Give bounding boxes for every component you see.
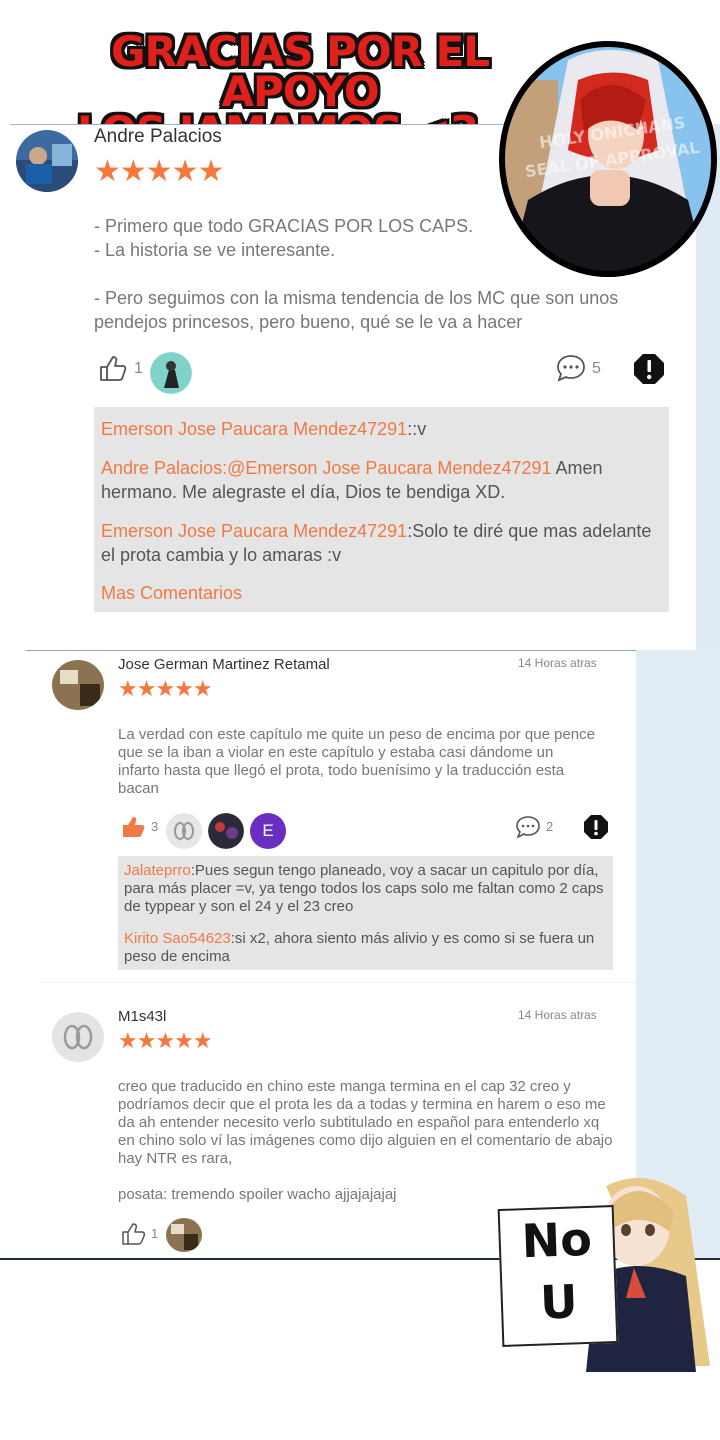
rating-stars: ★★★★★ xyxy=(118,676,213,701)
report-icon xyxy=(634,354,664,384)
replies-box: Jalateprro:Pues segun tengo planeado, vo… xyxy=(118,856,613,970)
comment-line: - Pero seguimos con la misma tendencia d… xyxy=(94,288,619,332)
headline-line1: GRACIAS POR EL APOYO xyxy=(110,27,490,116)
liker-avatar-initial[interactable]: E xyxy=(250,813,286,849)
avatar-icon xyxy=(150,352,192,394)
rating-stars: ★★★★★ xyxy=(118,1028,213,1053)
avatar-icon xyxy=(52,660,104,710)
report-icon xyxy=(584,815,608,839)
reply-item: Andre Palacios:@Emerson Jose Paucara Men… xyxy=(101,456,661,504)
avatar-icon xyxy=(208,813,244,849)
replies-box: Emerson Jose Paucara Mendez47291::v Andr… xyxy=(94,407,669,612)
no-u-sign: No U xyxy=(497,1205,619,1347)
reply-user[interactable]: Kirito Sao54623 xyxy=(124,930,231,947)
liker-avatar[interactable] xyxy=(166,1218,202,1252)
avatar-icon xyxy=(166,1218,202,1252)
comment-author[interactable]: Andre Palacios xyxy=(94,126,222,148)
side-strip xyxy=(636,650,720,1260)
like-count: 1 xyxy=(134,360,143,377)
comment-icon xyxy=(516,816,540,839)
reply-user[interactable]: Andre Palacios:@Emerson Jose Paucara Men… xyxy=(101,458,552,478)
comment-time: 14 Horas atras xyxy=(518,1008,597,1022)
rating-stars: ★★★★★ xyxy=(94,155,224,188)
seal-badge: HOLY ONICHANS SEAL OF APPROVAL xyxy=(498,40,720,280)
liker-avatar[interactable] xyxy=(208,813,244,849)
report-button[interactable] xyxy=(583,814,609,840)
like-button[interactable] xyxy=(121,1222,147,1246)
comment-time: 14 Horas atras xyxy=(518,656,597,670)
sign-line1: No xyxy=(520,1211,593,1269)
seal-of-approval-icon: HOLY ONICHANS SEAL OF APPROVAL xyxy=(499,41,717,277)
more-comments-link[interactable]: Mas Comentarios xyxy=(101,583,242,604)
report-button[interactable] xyxy=(633,353,665,385)
avatar-andre[interactable] xyxy=(16,130,78,192)
reply-text: :v xyxy=(412,419,427,439)
reply-user[interactable]: Emerson Jose Paucara Mendez47291 xyxy=(101,419,407,439)
liker-avatar[interactable] xyxy=(166,813,202,849)
like-button[interactable] xyxy=(98,354,128,382)
liker-avatar[interactable] xyxy=(150,352,192,394)
comment-count: 2 xyxy=(546,819,554,834)
like-button[interactable] xyxy=(121,815,147,839)
avatar-icon xyxy=(166,813,202,849)
thumbs-up-icon xyxy=(123,817,145,837)
avatar-icon xyxy=(16,130,78,192)
comments-button[interactable] xyxy=(555,353,587,383)
comment-body: La verdad con este capítulo me quite un … xyxy=(118,726,595,797)
comments-button[interactable] xyxy=(515,815,541,839)
reply-text: :Pues segun tengo planeado, voy a sacar … xyxy=(124,862,604,915)
like-count: 1 xyxy=(151,1226,159,1241)
reply-item: Kirito Sao54623:si x2, ahora siento más … xyxy=(124,930,604,966)
comment-count: 5 xyxy=(592,360,601,377)
divider xyxy=(40,982,636,983)
comment-author[interactable]: M1s43l xyxy=(118,1008,166,1025)
reply-user[interactable]: Emerson Jose Paucara Mendez47291 xyxy=(101,521,407,541)
reply-item: Jalateprro:Pues segun tengo planeado, vo… xyxy=(124,862,604,916)
thumbs-up-icon xyxy=(122,1223,146,1245)
reply-item: Emerson Jose Paucara Mendez47291:Solo te… xyxy=(101,519,661,567)
avatar-icon xyxy=(52,1012,104,1062)
avatar-jose[interactable] xyxy=(52,660,104,710)
comment-body: creo que traducido en chino este manga t… xyxy=(118,1078,613,1167)
comment-author[interactable]: Jose German Martinez Retamal xyxy=(118,656,330,673)
reply-user[interactable]: Jalateprro xyxy=(124,862,191,879)
comment-icon xyxy=(557,355,585,382)
thumbs-up-icon xyxy=(100,356,127,381)
sign-line2: U xyxy=(539,1274,579,1330)
reply-item: Emerson Jose Paucara Mendez47291::v xyxy=(101,417,661,441)
avatar-m1s43l[interactable] xyxy=(52,1012,104,1062)
like-count: 3 xyxy=(151,819,159,834)
